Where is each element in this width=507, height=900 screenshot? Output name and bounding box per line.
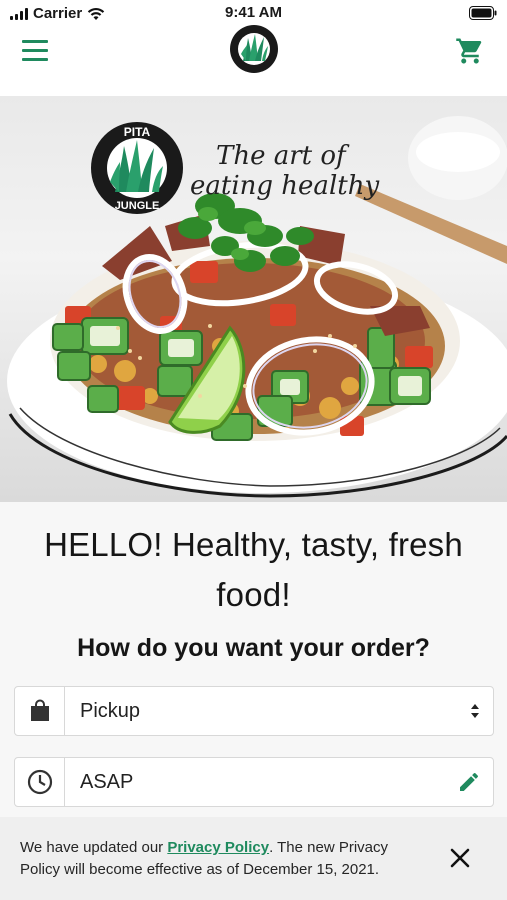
app-header <box>0 25 507 96</box>
shopping-cart-icon[interactable] <box>455 36 485 66</box>
privacy-banner-text: We have updated our Privacy Policy. The … <box>20 837 420 881</box>
privacy-banner: We have updated our Privacy Policy. The … <box>0 817 507 900</box>
order-time-value: ASAP <box>80 771 134 793</box>
privacy-policy-link[interactable]: Privacy Policy <box>167 839 269 856</box>
close-icon[interactable] <box>449 847 471 869</box>
hero-tagline-line1: The art of <box>216 141 350 171</box>
privacy-text-before: We have updated our <box>20 839 168 856</box>
battery-icon <box>469 6 497 25</box>
hero-logo: PITA JUNGLE <box>91 122 183 214</box>
hamburger-menu-icon[interactable] <box>20 36 52 68</box>
salad-illustration: PITA JUNGLE The art of eating healthy <box>7 116 507 498</box>
select-arrows-icon <box>471 704 479 718</box>
clock-icon <box>15 758 65 806</box>
order-question: How do you want your order? <box>77 634 430 662</box>
hero-banner-image: PITA JUNGLE The art of eating healthy <box>0 96 507 502</box>
order-type-value: Pickup <box>80 700 141 722</box>
edit-pencil-icon[interactable] <box>457 770 481 794</box>
status-time: 9:41 AM <box>225 4 282 21</box>
pita-jungle-logo[interactable] <box>229 24 279 74</box>
hero-tagline-line2: eating healthy <box>190 171 379 201</box>
page-headline: HELLO! Healthy, tasty, fresh food! <box>44 526 463 613</box>
hero-logo-bottom: JUNGLE <box>115 200 160 212</box>
order-time-field[interactable]: ASAP <box>14 757 494 807</box>
order-type-select[interactable]: Pickup <box>14 686 494 736</box>
hero-logo-top: PITA <box>124 125 151 139</box>
shopping-bag-icon <box>15 687 65 735</box>
order-content: HELLO! Healthy, tasty, fresh food! How d… <box>0 502 507 820</box>
